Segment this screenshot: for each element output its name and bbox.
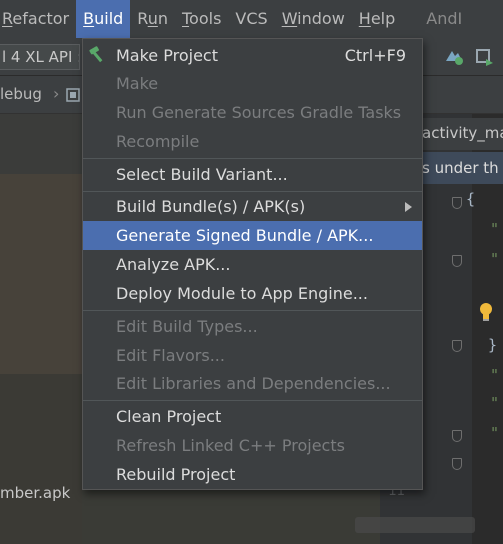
menu-build-label: uild <box>94 9 124 28</box>
code-line: " <box>490 250 500 268</box>
menu-item-select-build-variant[interactable]: Select Build Variant... <box>83 160 422 189</box>
menu-item-generate-signed-bundle[interactable]: Generate Signed Bundle / APK... <box>83 221 422 250</box>
menu-item-recompile[interactable]: Recompile <box>83 127 422 156</box>
menu-item-label: Recompile <box>116 132 200 151</box>
lightbulb-icon[interactable] <box>479 302 493 322</box>
code-line: " <box>490 220 500 238</box>
menu-build[interactable]: Build <box>76 0 131 38</box>
menu-help-label: elp <box>370 9 396 28</box>
menu-run-mnemonic: u <box>147 9 158 28</box>
menu-tools-mnemonic: T <box>181 9 190 28</box>
menu-item-clean-project[interactable]: Clean Project <box>83 402 422 431</box>
menu-item-build-bundles[interactable]: Build Bundle(s) / APK(s) <box>83 192 422 221</box>
menu-item-rebuild-project[interactable]: Rebuild Project <box>83 460 422 489</box>
menu-item-edit-libraries[interactable]: Edit Libraries and Dependencies... <box>83 369 422 398</box>
build-variant-icon[interactable] <box>443 47 465 67</box>
menu-separator <box>83 400 422 401</box>
menu-item-label: Analyze APK... <box>116 255 231 274</box>
menu-item-label: Generate Signed Bundle / APK... <box>116 226 374 245</box>
project-tree-area <box>0 174 82 374</box>
module-icon[interactable] <box>66 87 80 103</box>
fold-marker-icon[interactable] <box>452 458 462 470</box>
fold-marker-icon[interactable] <box>452 255 462 267</box>
menu-refactor-mnemonic: R <box>2 9 13 28</box>
fold-marker-icon[interactable] <box>452 340 462 352</box>
menu-item-edit-flavors[interactable]: Edit Flavors... <box>83 341 422 370</box>
tab-activity-main[interactable]: activity_ma <box>412 118 503 150</box>
menu-run-label: n <box>157 9 168 28</box>
menu-vcs[interactable]: VCS <box>228 0 274 38</box>
menu-item-label: Build Bundle(s) / APK(s) <box>116 197 306 216</box>
blurred-region <box>355 517 475 533</box>
menu-bar: Refactor Build Run Tools VCS Window Help… <box>0 0 503 38</box>
menu-item-analyze-apk[interactable]: Analyze APK... <box>83 250 422 279</box>
project-tree-area-lower <box>0 374 82 544</box>
code-line: " <box>490 366 500 384</box>
menu-item-label: Deploy Module to App Engine... <box>116 284 368 303</box>
sdk-manager-icon[interactable] <box>474 47 496 67</box>
fold-marker-icon[interactable] <box>452 197 462 209</box>
code-line: " <box>490 394 500 412</box>
menu-refactor-label: efactor <box>12 9 70 28</box>
menu-item-make[interactable]: Make <box>83 69 422 98</box>
menu-help[interactable]: Help <box>352 0 402 38</box>
menu-vcs-label: VCS <box>235 9 268 28</box>
menu-item-deploy-module[interactable]: Deploy Module to App Engine... <box>83 279 422 308</box>
menu-tools-label: ools <box>189 9 222 28</box>
editor-notification-banner: s under th <box>412 152 503 184</box>
menu-separator <box>83 158 422 159</box>
menu-item-label: Make <box>116 74 159 93</box>
menu-run[interactable]: Run <box>130 0 175 38</box>
menu-item-label: Make Project <box>116 46 218 65</box>
code-line: { <box>466 190 476 208</box>
menu-item-label: Run Generate Sources Gradle Tasks <box>116 103 402 122</box>
chevron-right-icon: › <box>53 84 60 103</box>
submenu-arrow-icon <box>405 202 412 212</box>
menu-window-label: indow <box>297 9 345 28</box>
menu-refactor[interactable]: Refactor <box>0 0 76 38</box>
menu-window[interactable]: Window <box>275 0 352 38</box>
menu-item-refresh-linked-cpp[interactable]: Refresh Linked C++ Projects <box>83 431 422 460</box>
build-menu: Make Project Ctrl+F9 Make Run Generate S… <box>82 38 423 490</box>
shortcut-label: Ctrl+F9 <box>344 46 406 65</box>
menu-tools[interactable]: Tools <box>175 0 228 38</box>
menu-item-label: Refresh Linked C++ Projects <box>116 436 345 455</box>
project-file-item[interactable]: mber.apk <box>0 484 70 502</box>
menu-item-label: Edit Build Types... <box>116 317 258 336</box>
menu-build-mnemonic: B <box>83 9 95 28</box>
hammer-icon <box>89 46 103 63</box>
fold-marker-icon[interactable] <box>452 430 462 442</box>
code-line: } <box>488 336 498 354</box>
menu-item-run-generate-sources[interactable]: Run Generate Sources Gradle Tasks <box>83 98 422 127</box>
code-line: " <box>490 424 500 442</box>
menu-item-label: Select Build Variant... <box>116 165 288 184</box>
breadcrumb-item[interactable]: lebug <box>0 85 42 103</box>
app-title: AndI <box>426 9 463 28</box>
menu-help-mnemonic: H <box>358 9 371 28</box>
menu-separator <box>83 310 422 311</box>
menu-item-label: Edit Flavors... <box>116 346 225 365</box>
menu-item-edit-build-types[interactable]: Edit Build Types... <box>83 312 422 341</box>
device-selector[interactable]: l 4 XL API : <box>0 44 80 70</box>
menu-item-label: Edit Libraries and Dependencies... <box>116 374 391 393</box>
menu-item-label: Clean Project <box>116 407 222 426</box>
menu-item-make-project[interactable]: Make Project Ctrl+F9 <box>83 41 422 70</box>
menu-run-prefix: R <box>137 9 148 28</box>
menu-item-label: Rebuild Project <box>116 465 236 484</box>
menu-window-mnemonic: W <box>281 9 298 28</box>
